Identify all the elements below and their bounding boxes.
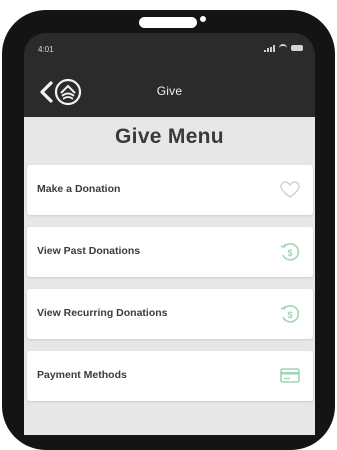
status-time: 4:01 xyxy=(38,45,54,54)
heart-outline-icon xyxy=(280,181,300,198)
menu-item-label: View Recurring Donations xyxy=(37,307,168,319)
menu-item-label: Payment Methods xyxy=(37,369,127,381)
app-screen: 4:01 Give Give Menu Make a Donation View… xyxy=(24,33,315,435)
battery-icon xyxy=(291,45,303,51)
status-bar: 4:01 xyxy=(24,33,315,65)
svg-text:$: $ xyxy=(287,310,292,320)
history-icon: $ xyxy=(280,243,300,261)
nav-bar: Give xyxy=(24,67,315,117)
view-recurring-donations-button[interactable]: View Recurring Donations $ xyxy=(27,289,313,339)
svg-text:$: $ xyxy=(287,248,292,258)
payment-methods-button[interactable]: Payment Methods xyxy=(27,351,313,401)
page-title: Give xyxy=(156,84,183,98)
phone-speaker xyxy=(139,17,197,28)
status-icons xyxy=(264,44,303,52)
menu-item-label: View Past Donations xyxy=(37,245,141,257)
menu-item-label: Make a Donation xyxy=(37,183,121,195)
history-icon: $ xyxy=(280,305,300,323)
wifi-icon xyxy=(279,44,287,52)
phone-camera xyxy=(200,16,206,22)
make-donation-button[interactable]: Make a Donation xyxy=(27,165,313,215)
card-icon xyxy=(280,368,300,383)
give-menu-content: Give Menu Make a Donation View Past Dona… xyxy=(24,117,315,435)
menu-heading: Give Menu xyxy=(115,125,224,148)
signal-icon xyxy=(264,44,275,52)
view-past-donations-button[interactable]: View Past Donations $ xyxy=(27,227,313,277)
